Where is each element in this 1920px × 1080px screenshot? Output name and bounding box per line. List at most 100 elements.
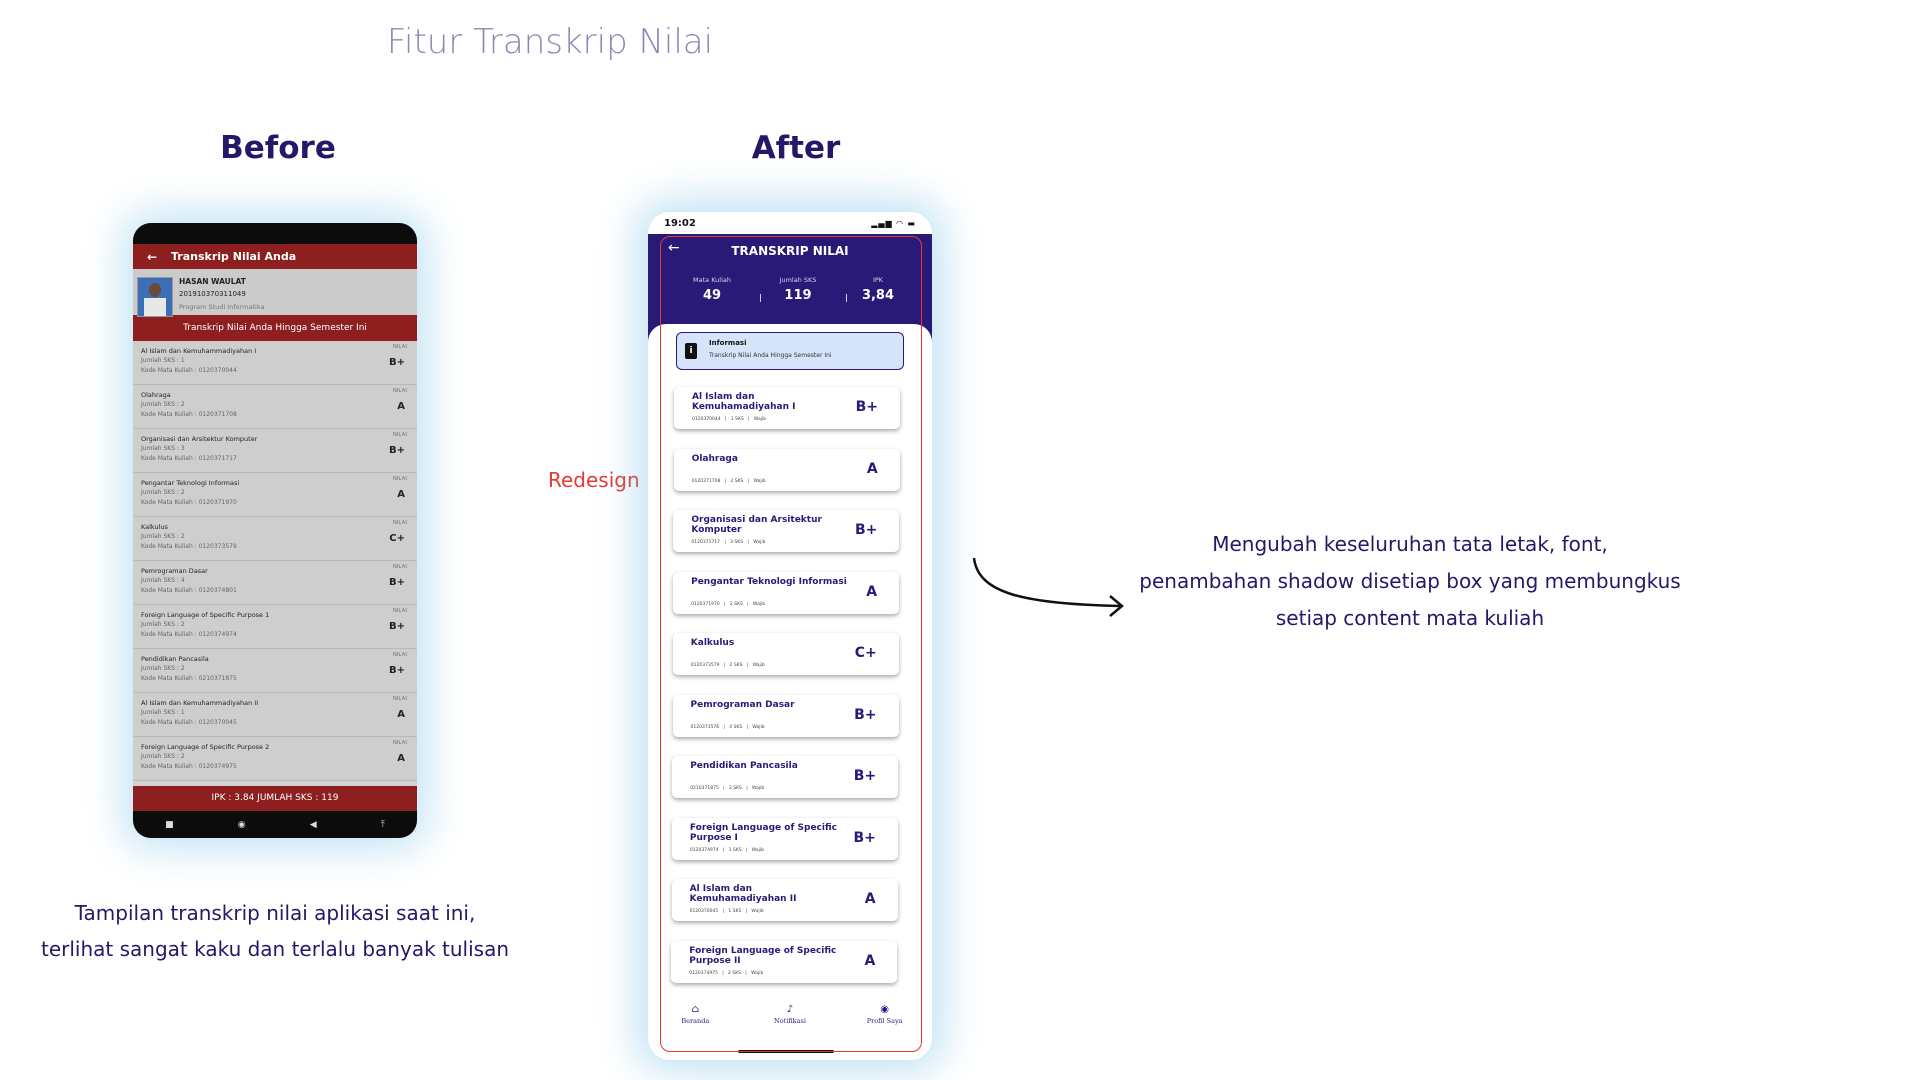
list-item[interactable]: Foreign Language of Specific Purpose 2 Ju… (133, 737, 417, 781)
course-name: Foreign Language of Specific Purpose I (689, 822, 837, 843)
course-name: Al Islam dan Kemuhamadiyahan I (692, 392, 796, 412)
course-meta: 0120371970 | 2 SKS | Wajib (691, 601, 766, 607)
course-code: Kode Mata Kuliah : 0120374974 (141, 631, 237, 638)
description-line: penambahan shadow disetiap box yang memb… (1139, 569, 1681, 593)
course-code: 0120374974 (689, 847, 719, 853)
accessibility-icon[interactable]: ⤒ (381, 820, 385, 830)
course-name: Olahraga (691, 453, 738, 464)
nav-profil[interactable]: ◉ Profil Saya (850, 1004, 920, 1038)
course-sks: 4 SKS (729, 724, 743, 730)
course-name: Organisasi dan Arsitektur Komputer (141, 435, 258, 443)
course-sks: 1 SKS (728, 909, 742, 914)
course-name: Foreign Language of Specific Purpose II (689, 945, 837, 966)
student-id: 201910370311049 (179, 290, 246, 298)
course-code: Kode Mata Kuliah : 0120371970 (141, 499, 237, 506)
course-card[interactable]: Foreign Language of Specific Purpose I 01… (671, 817, 898, 860)
course-sks: Jumlah SKS : 1 (141, 357, 185, 364)
old-profile-section: HASAN WAULAT 201910370311049 Program Stu… (133, 269, 417, 317)
old-banner: Transkrip Nilai Anda Hingga Semester Ini (133, 315, 417, 341)
course-card[interactable]: Al Islam dan Kemuhamadiyahan II 012037004… (671, 879, 898, 921)
course-name: Al Islam dan Kemuhammadiyahan I (141, 347, 257, 355)
list-item[interactable]: Pemrograman Dasar Jumlah SKS : 4 Kode Mata… (133, 561, 417, 605)
back-icon[interactable]: ◀ (310, 820, 317, 830)
list-item[interactable]: Pendidikan Pancasila Jumlah SKS : 2 Kode M… (133, 649, 417, 693)
course-sks: 2 SKS (728, 970, 742, 976)
old-app-title: Transkrip Nilai Anda (171, 250, 297, 263)
student-name: HASAN WAULAT (179, 277, 246, 286)
course-name: Pendidikan Pancasila (690, 761, 798, 771)
course-name: Pemrograman Dasar (141, 567, 208, 575)
status-time: 19:02 (664, 217, 696, 229)
old-app-bar: ← Transkrip Nilai Anda (133, 244, 417, 269)
course-card[interactable]: Pengantar Teknologi Informasi 0120371970 … (673, 571, 900, 614)
course-card[interactable]: Kalkulus 0120373579 | 2 SKS | Wajib C+ (672, 633, 899, 675)
stat-value: 49 (702, 288, 722, 303)
course-name: Pemrograman Dasar (690, 699, 795, 710)
course-name: Al Islam dan Kemuhammadiyahan II (141, 699, 259, 707)
course-grade: B+ (854, 522, 878, 538)
recent-apps-icon[interactable]: ■ (165, 820, 174, 830)
course-name: Al Islam dan Kemuhamadiyahan II (689, 884, 797, 904)
stat-ipk: IPK 3,84 (838, 276, 918, 303)
course-sks: 2 SKS (729, 663, 743, 668)
course-type: Wajib (753, 478, 766, 484)
list-item[interactable]: Kalkulus Jumlah SKS : 2 Kode Mata Kuliah :… (133, 517, 417, 561)
signal-wifi-battery-icon: ▂▄▆ ◠ ▬ (871, 218, 916, 228)
before-caption: Tampilan transkrip nilai aplikasi saat i… (30, 895, 520, 967)
course-type: Wajib (753, 417, 767, 422)
course-sks: Jumlah SKS : 2 (141, 489, 185, 496)
course-sks: Jumlah SKS : 1 (141, 709, 185, 716)
before-title: Before (220, 130, 336, 166)
course-sks: 1 SKS (728, 847, 742, 853)
course-card[interactable]: Pemrograman Dasar 0120373576 | 4 SKS | Wa… (672, 694, 899, 737)
home-indicator[interactable] (738, 1050, 834, 1053)
list-item[interactable]: Olahraga Jumlah SKS : 2 Kode Mata Kuliah :… (133, 385, 417, 429)
course-grade: B+ (855, 399, 878, 415)
grade-label: NILAI (392, 432, 407, 438)
course-sks: Jumlah SKS : 2 (141, 533, 185, 540)
course-grade: A (864, 952, 876, 969)
course-grade: B+ (388, 621, 405, 632)
home-icon[interactable]: ◉ (238, 820, 246, 830)
list-item[interactable]: Al Islam dan Kemuhammadiyahan II Jumlah S… (133, 693, 417, 737)
stat-label: IPK (872, 276, 884, 284)
list-item[interactable]: Foreign Language of Specific Purpose 1 Ju… (133, 605, 417, 649)
grade-label: NILAI (392, 696, 407, 702)
course-grade: B+ (388, 577, 405, 588)
course-sks: Jumlah SKS : 3 (141, 445, 185, 452)
grade-label: NILAI (392, 608, 407, 614)
new-status-bar: 19:02 ▂▄▆ ◠ ▬ (648, 212, 932, 234)
course-code: 0120373576 (690, 724, 720, 730)
course-code: 0120370045 (689, 909, 719, 914)
course-name: Pengantar Teknologi Informasi (691, 576, 847, 587)
course-code: Kode Mata Kuliah : 0120374801 (141, 587, 237, 594)
course-card[interactable]: Al Islam dan Kemuhamadiyahan I 0120370044… (674, 387, 900, 429)
grade-label: NILAI (392, 564, 407, 570)
nav-beranda[interactable]: ⌂ Beranda (660, 1004, 730, 1038)
course-grade: A (397, 709, 405, 720)
course-grade: B+ (388, 445, 405, 456)
course-type: Wajib (751, 909, 764, 914)
grade-label: NILAI (392, 344, 407, 350)
course-grade: A (397, 401, 405, 412)
stat-label: Mata Kuliah (693, 276, 731, 284)
course-card[interactable]: Pendidikan Pancasila 0210371875 | 2 SKS |… (672, 756, 899, 798)
course-grade: A (866, 583, 878, 600)
list-item[interactable]: Al Islam dan Kemuhammadiyahan I Jumlah SK… (133, 341, 417, 385)
back-arrow-icon[interactable]: ← (133, 250, 171, 264)
list-item[interactable]: Pengantar Teknologi Informasi Jumlah SKS … (133, 473, 417, 517)
course-card[interactable]: Organisasi dan Arsitektur Komputer 012037… (673, 510, 900, 552)
stat-value: 3,84 (861, 288, 895, 303)
nav-label: Notifikasi (774, 1017, 806, 1025)
course-meta: 0120371717 | 3 SKS | Wajib (691, 540, 766, 545)
after-phone-mockup: 19:02 ▂▄▆ ◠ ▬ ← TRANSKRIP NILAI Mata Kul… (648, 212, 932, 1060)
course-card[interactable]: Foreign Language of Specific Purpose II 0… (671, 940, 898, 983)
description-line: Mengubah keseluruhan tata letak, font, (1212, 532, 1608, 556)
course-meta: 0120373579 | 2 SKS | Wajib (690, 663, 765, 668)
course-card[interactable]: Olahraga 0120371708 | 2 SKS | Wajib A (673, 448, 900, 491)
grade-label: NILAI (392, 520, 407, 526)
course-code: 0120370044 (692, 417, 721, 422)
nav-notifikasi[interactable]: ♪ Notifikasi (755, 1004, 825, 1038)
course-meta: 0120370044 | 1 SKS | Wajib (692, 417, 767, 422)
list-item[interactable]: Organisasi dan Arsitektur Komputer Jumlah… (133, 429, 417, 473)
